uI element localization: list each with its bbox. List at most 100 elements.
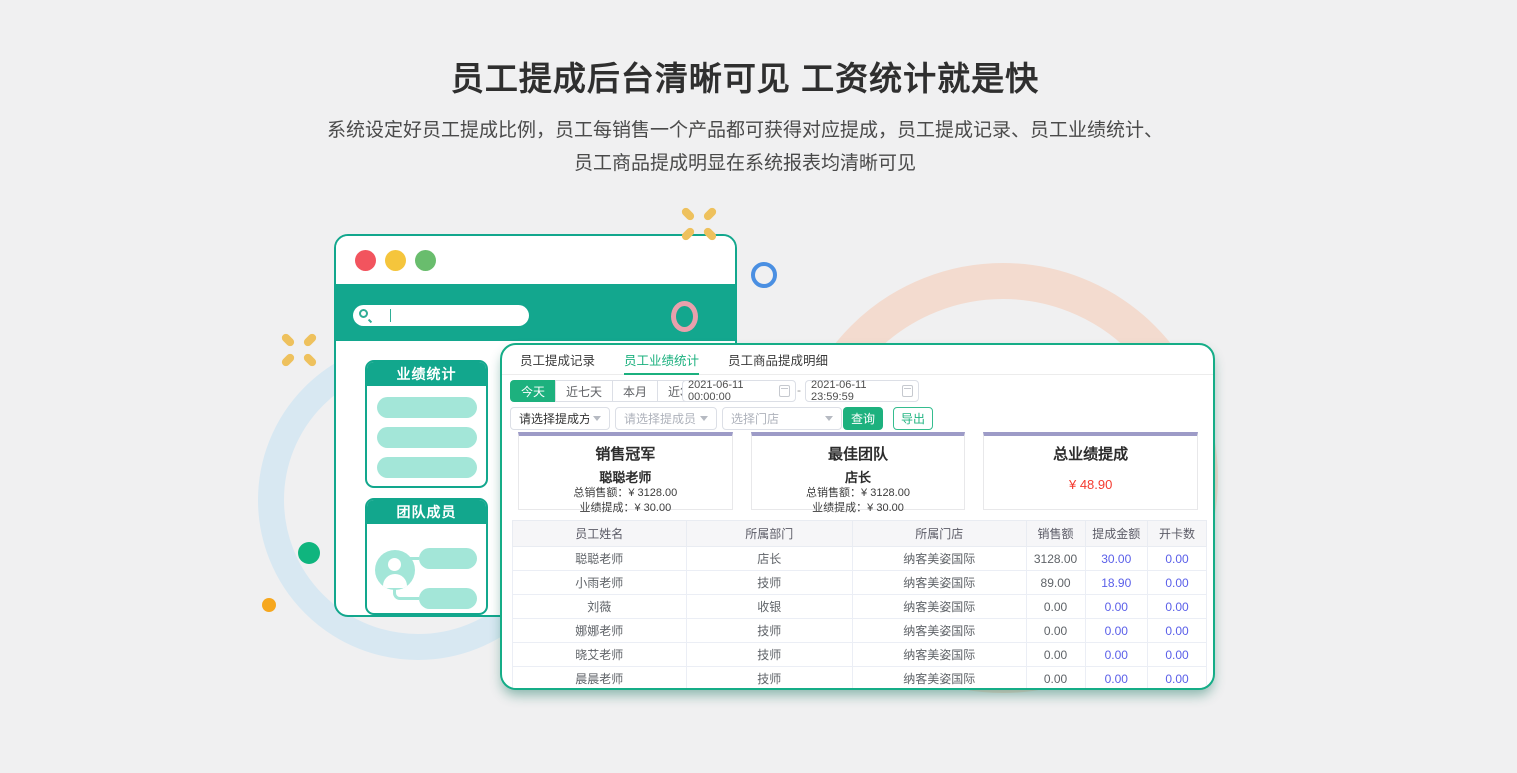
table-cell: 0.00 [1085, 643, 1147, 667]
table-cell: 30.00 [1085, 547, 1147, 571]
tab-product-commission-detail[interactable]: 员工商品提成明细 [728, 345, 828, 375]
placeholder-bar [377, 427, 477, 448]
table-cell: 纳客美姿国际 [853, 547, 1027, 571]
table-cell: 0.00 [1147, 667, 1206, 691]
table-cell: 0.00 [1026, 643, 1085, 667]
table-cell: 纳客美姿国际 [853, 571, 1027, 595]
table-cell: 纳客美姿国际 [853, 667, 1027, 691]
sparkle-icon [281, 333, 317, 367]
minimize-window-icon[interactable] [385, 250, 406, 271]
column-header-2: 所属部门 [686, 521, 853, 547]
decor-small-blue-ring-icon [751, 262, 777, 288]
column-header-1: 员工姓名 [513, 521, 687, 547]
page: 员工提成后台清晰可见 工资统计就是快 系统设定好员工提成比例，员工每销售一个产品… [0, 0, 1517, 773]
text-cursor [390, 309, 391, 322]
table-cell: 娜娜老师 [513, 619, 687, 643]
employee-commission-table: 员工姓名所属部门所属门店销售额提成金额开卡数 聪聪老师店长纳客美姿国际3128.… [512, 520, 1207, 690]
table-cell: 技师 [686, 667, 853, 691]
summary-card-total-commission: 总业绩提成 ¥ 48.90 [983, 432, 1198, 510]
table-cell: 收银 [686, 595, 853, 619]
card-name: 店长 [752, 467, 965, 486]
calendar-icon [902, 385, 913, 397]
date-to-value: 2021-06-11 23:59:59 [811, 379, 898, 403]
page-subtitle: 系统设定好员工提成比例，员工每销售一个产品都可获得对应提成，员工提成记录、员工业… [0, 114, 1490, 180]
query-button[interactable]: 查询 [843, 407, 883, 430]
table-cell: 0.00 [1147, 595, 1206, 619]
column-header-6: 开卡数 [1147, 521, 1206, 547]
tab-commission-records[interactable]: 员工提成记录 [520, 345, 595, 375]
table-row: 小雨老师技师纳客美姿国际89.0018.900.00 [513, 571, 1207, 595]
chevron-down-icon [700, 416, 708, 421]
table-cell: 0.00 [1147, 619, 1206, 643]
column-header-4: 销售额 [1026, 521, 1085, 547]
sidebar-card-title: 团队成员 [367, 500, 486, 524]
close-window-icon[interactable] [355, 250, 376, 271]
sidebar-card-performance: 业绩统计 [365, 360, 488, 488]
table-cell: 0.00 [1085, 667, 1147, 691]
decor-orange-dot-icon [262, 598, 276, 612]
hero-section: 员工提成后台清晰可见 工资统计就是快 系统设定好员工提成比例，员工每销售一个产品… [0, 52, 1490, 180]
browser-titlebar [336, 236, 735, 284]
placeholder-bar [377, 457, 477, 478]
commission-type-select[interactable]: 请选择提成方式 [510, 407, 610, 430]
subtitle-line-1: 系统设定好员工提成比例，员工每销售一个产品都可获得对应提成，员工提成记录、员工业… [327, 120, 1163, 141]
search-input[interactable] [353, 305, 529, 326]
placeholder-bar [419, 548, 477, 569]
export-button[interactable]: 导出 [893, 407, 933, 430]
table-cell: 0.00 [1147, 643, 1206, 667]
table-cell: 0.00 [1085, 595, 1147, 619]
sparkle-icon [681, 207, 717, 241]
table-cell: 晨晨老师 [513, 667, 687, 691]
subtitle-line-2: 员工商品提成明显在系统报表均清晰可见 [574, 153, 916, 174]
table-cell: 0.00 [1026, 667, 1085, 691]
table-cell: 纳客美姿国际 [853, 595, 1027, 619]
date-to-input[interactable]: 2021-06-11 23:59:59 [805, 380, 919, 402]
table-row: 晨晨老师技师纳客美姿国际0.000.000.00 [513, 667, 1207, 691]
range-7days-button[interactable]: 近七天 [555, 380, 613, 402]
card-title: 总业绩提成 [984, 443, 1197, 464]
maximize-window-icon[interactable] [415, 250, 436, 271]
summary-card-best-team: 最佳团队 店长 总销售额：¥ 3128.00 业绩提成：¥ 30.00 [751, 432, 966, 510]
table-row: 晓艾老师技师纳客美姿国际0.000.000.00 [513, 643, 1207, 667]
table-cell: 晓艾老师 [513, 643, 687, 667]
table-cell: 聪聪老师 [513, 547, 687, 571]
card-title: 最佳团队 [752, 443, 965, 464]
commission-employee-select[interactable]: 请选择提成员工 [615, 407, 717, 430]
card-stat: 总销售额：¥ 3128.00 [752, 486, 965, 501]
table-cell: 0.00 [1026, 595, 1085, 619]
column-header-5: 提成金额 [1085, 521, 1147, 547]
card-stat: 总销售额：¥ 3128.00 [519, 486, 732, 501]
card-stat: 业绩提成：¥ 30.00 [752, 501, 965, 516]
table-row: 刘薇收银纳客美姿国际0.000.000.00 [513, 595, 1207, 619]
select-value: 请选择提成方式 [519, 410, 589, 427]
card-title: 销售冠军 [519, 443, 732, 464]
avatar [375, 550, 415, 590]
range-today-button[interactable]: 今天 [510, 380, 556, 402]
calendar-icon [779, 385, 790, 397]
summary-card-sales-champion: 销售冠军 聪聪老师 总销售额：¥ 3128.00 业绩提成：¥ 30.00 [518, 432, 733, 510]
tab-performance-stats[interactable]: 员工业绩统计 [624, 345, 699, 375]
table-header-row: 员工姓名所属部门所属门店销售额提成金额开卡数 [513, 521, 1207, 547]
table-cell: 技师 [686, 643, 853, 667]
commission-report-panel: 员工提成记录 员工业绩统计 员工商品提成明细 今天 近七天 本月 近30天 20… [500, 343, 1215, 690]
table-cell: 刘薇 [513, 595, 687, 619]
summary-cards: 销售冠军 聪聪老师 总销售额：¥ 3128.00 业绩提成：¥ 30.00 最佳… [518, 432, 1198, 510]
select-placeholder: 请选择提成员工 [624, 410, 696, 427]
table-cell: 0.00 [1147, 571, 1206, 595]
table-cell: 0.00 [1026, 619, 1085, 643]
chevron-down-icon [825, 416, 833, 421]
table-cell: 小雨老师 [513, 571, 687, 595]
card-stat: 业绩提成：¥ 30.00 [519, 501, 732, 516]
decor-green-dot-icon [298, 542, 320, 564]
sidebar-card-team: 团队成员 [365, 498, 488, 615]
table-row: 聪聪老师店长纳客美姿国际3128.0030.000.00 [513, 547, 1207, 571]
range-month-button[interactable]: 本月 [612, 380, 658, 402]
page-title: 员工提成后台清晰可见 工资统计就是快 [0, 52, 1490, 100]
store-select[interactable]: 选择门店 [722, 407, 842, 430]
table-cell: 技师 [686, 571, 853, 595]
column-header-3: 所属门店 [853, 521, 1027, 547]
total-commission-amount: ¥ 48.90 [984, 477, 1197, 492]
table-cell: 89.00 [1026, 571, 1085, 595]
decor-small-pink-ring-icon [671, 301, 698, 332]
date-from-input[interactable]: 2021-06-11 00:00:00 [682, 380, 796, 402]
